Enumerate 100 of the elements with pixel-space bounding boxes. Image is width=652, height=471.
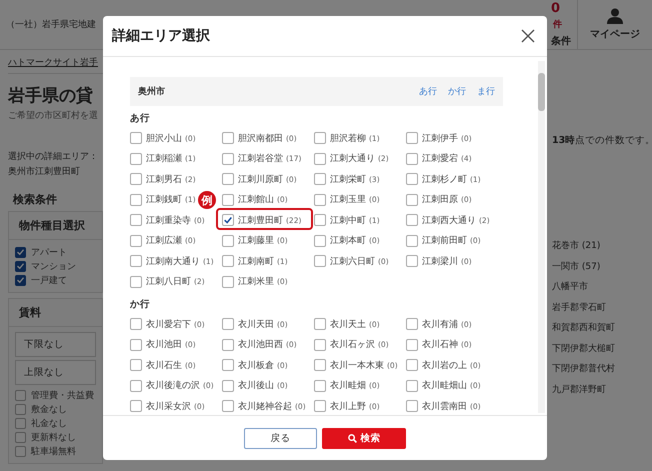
- saved-count: 0 件: [551, 1, 563, 31]
- checkbox[interactable]: [15, 418, 26, 428]
- checkbox[interactable]: [222, 255, 234, 268]
- breadcrumb-link[interactable]: ハトマークサイト岩手: [8, 56, 98, 69]
- checkbox-label: 礼金なし: [31, 418, 67, 430]
- checkbox[interactable]: [15, 274, 26, 286]
- page-title: 岩手県の貸: [8, 85, 94, 107]
- checkbox[interactable]: [314, 194, 326, 206]
- index-link[interactable]: ま行: [477, 85, 495, 98]
- checkbox[interactable]: [314, 400, 326, 412]
- checkbox[interactable]: [314, 214, 326, 226]
- checkbox[interactable]: [222, 214, 234, 226]
- checkbox[interactable]: [406, 338, 418, 351]
- close-icon[interactable]: [521, 29, 535, 43]
- mypage-link[interactable]: マイページ: [590, 27, 640, 41]
- person-icon: [607, 8, 623, 24]
- checkbox-label: マンション: [31, 260, 76, 272]
- checkbox[interactable]: [314, 318, 326, 330]
- checkbox[interactable]: [130, 359, 142, 372]
- checkbox[interactable]: [406, 214, 418, 226]
- city-option[interactable]: 九戸郡洋野町: [552, 380, 652, 400]
- city-name: 奥州市: [138, 85, 165, 98]
- search-conditions-link[interactable]: 条件: [551, 34, 571, 48]
- checkbox[interactable]: [15, 404, 26, 414]
- checkbox[interactable]: [406, 152, 418, 165]
- checkbox[interactable]: [406, 400, 418, 412]
- checkbox[interactable]: [222, 276, 234, 288]
- city-option[interactable]: 下閉伊郡普代村: [552, 359, 652, 380]
- checkbox[interactable]: [222, 234, 234, 247]
- checkbox[interactable]: [314, 173, 326, 186]
- back-button[interactable]: 戻る: [244, 428, 317, 448]
- checkbox[interactable]: [314, 234, 326, 247]
- checkbox[interactable]: [130, 173, 142, 186]
- checkbox[interactable]: [406, 255, 418, 268]
- city-option[interactable]: 和賀郡西和賀町: [552, 318, 652, 338]
- site-name[interactable]: （一社）岩手県宅地建: [6, 18, 96, 31]
- checkbox[interactable]: [222, 173, 234, 186]
- checkbox[interactable]: [406, 234, 418, 247]
- checkbox[interactable]: [130, 214, 142, 226]
- checkbox[interactable]: [406, 359, 418, 372]
- checkbox[interactable]: [15, 260, 26, 272]
- checkbox-label: 管理費・共益費: [31, 390, 94, 402]
- checkbox[interactable]: [222, 359, 234, 372]
- index-link[interactable]: あ行: [419, 85, 437, 98]
- checkbox[interactable]: [314, 359, 326, 372]
- checkbox[interactable]: [222, 400, 234, 412]
- group-heading: あ行: [130, 112, 151, 125]
- checkbox[interactable]: [130, 152, 142, 165]
- section-heading: 検索条件: [13, 192, 58, 207]
- checkbox[interactable]: [222, 318, 234, 330]
- scrollbar[interactable]: [538, 61, 545, 413]
- checkbox[interactable]: [15, 446, 26, 456]
- index-link[interactable]: か行: [448, 85, 466, 98]
- count-note: 13時点での件数です。: [552, 134, 652, 147]
- city-option[interactable]: 一関市 (57): [552, 256, 652, 277]
- checkbox[interactable]: [314, 152, 326, 165]
- checkbox[interactable]: [406, 380, 418, 392]
- checkbox[interactable]: [130, 194, 142, 206]
- checkbox-label: 一戸建て: [31, 274, 67, 286]
- checkbox[interactable]: [222, 152, 234, 165]
- checkbox[interactable]: [15, 432, 26, 442]
- city-option[interactable]: 岩手郡雫石町: [552, 298, 652, 318]
- checkbox[interactable]: [314, 132, 326, 144]
- checkbox[interactable]: [222, 194, 234, 206]
- checkbox[interactable]: [130, 234, 142, 247]
- checkbox-label: アパート: [31, 246, 67, 258]
- checkbox[interactable]: [314, 255, 326, 268]
- checkbox[interactable]: [130, 380, 142, 392]
- checkbox[interactable]: [406, 318, 418, 330]
- example-badge: 例: [197, 190, 217, 210]
- checkbox[interactable]: [15, 390, 26, 400]
- city-option[interactable]: 八幡平市: [552, 277, 652, 298]
- group-heading: か行: [130, 298, 151, 311]
- city-option[interactable]: 下閉伊郡大槌町: [552, 338, 652, 359]
- search-icon: [348, 434, 356, 442]
- checkbox[interactable]: [406, 132, 418, 144]
- checkbox[interactable]: [222, 380, 234, 392]
- checkbox[interactable]: [406, 173, 418, 186]
- checkbox[interactable]: [130, 400, 142, 412]
- checkbox[interactable]: [130, 338, 142, 351]
- checkbox[interactable]: [314, 338, 326, 351]
- rent-select[interactable]: 上限なし: [15, 360, 96, 385]
- checkbox[interactable]: [406, 194, 418, 206]
- checkbox[interactable]: [15, 246, 26, 258]
- checkbox[interactable]: [130, 318, 142, 330]
- checkbox[interactable]: [130, 255, 142, 268]
- modal-title: 詳細エリア選択: [112, 27, 210, 45]
- checkbox[interactable]: [222, 132, 234, 144]
- checkbox[interactable]: [130, 132, 142, 144]
- checkbox[interactable]: [222, 338, 234, 351]
- page-description: ご希望の市区町村を選: [8, 110, 99, 122]
- search-button[interactable]: 検索: [322, 428, 406, 448]
- selected-area-value: 奥州市江刺豊田町: [8, 166, 81, 179]
- panel-heading: 物件種目選択: [9, 212, 102, 240]
- checkbox[interactable]: [130, 276, 142, 288]
- checkbox[interactable]: [314, 380, 326, 392]
- checkbox-label: 更新料なし: [31, 432, 76, 444]
- panel-heading: 賃料: [9, 299, 102, 327]
- rent-select[interactable]: 下限なし: [15, 332, 96, 357]
- city-option[interactable]: 花巻市 (21): [552, 236, 652, 256]
